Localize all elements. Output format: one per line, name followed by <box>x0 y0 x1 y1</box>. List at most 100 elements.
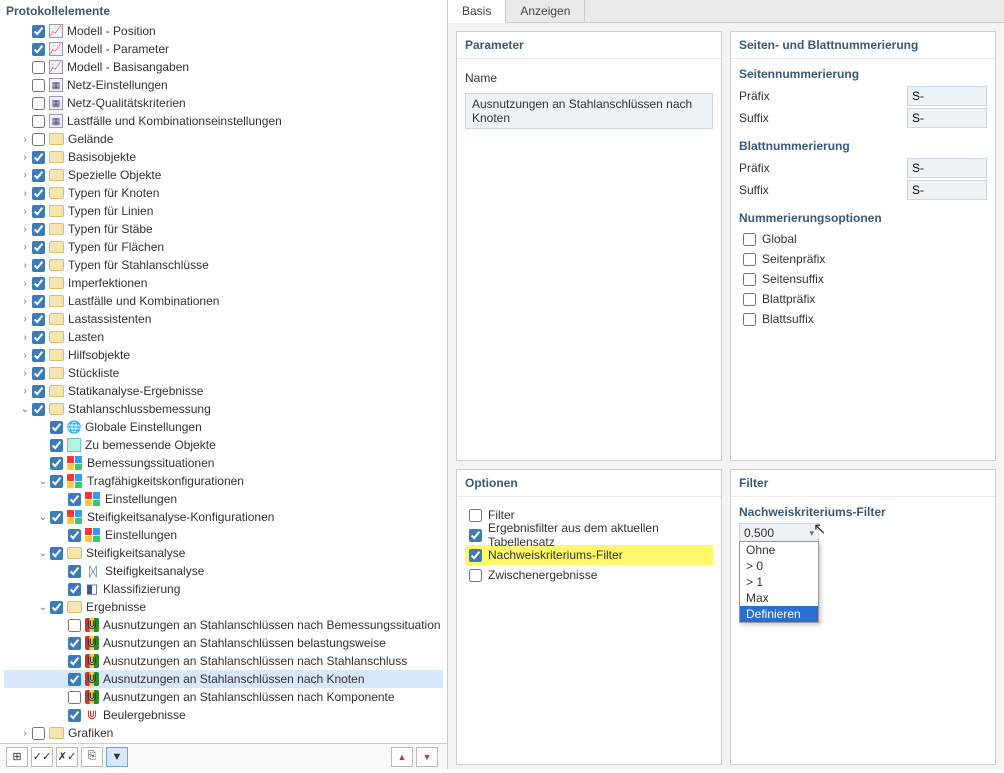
tree-row[interactable]: ›Hilfsobjekte <box>4 346 443 364</box>
tree-row[interactable]: ⌄Steifigkeitsanalyse-Konfigurationen <box>4 508 443 526</box>
tree-checkbox[interactable] <box>68 655 81 668</box>
page-prefix-input[interactable] <box>907 86 987 106</box>
tree-row[interactable]: ›Typen für Stäbe <box>4 220 443 238</box>
option-row[interactable]: Zwischenergebnisse <box>465 565 713 585</box>
tree-row[interactable]: ›Modell - Position <box>4 22 443 40</box>
tree-row[interactable]: ›Ausnutzungen an Stahlanschlüssen nach K… <box>4 688 443 706</box>
tree-row[interactable]: ›Lastassistenten <box>4 310 443 328</box>
btn-uncheck-all[interactable]: ✗✓ <box>56 747 78 767</box>
tree-row[interactable]: ›Beulergebnisse <box>4 706 443 724</box>
tree-checkbox[interactable] <box>68 565 81 578</box>
tree-checkbox[interactable] <box>50 439 63 452</box>
numbering-option-checkbox[interactable] <box>743 273 756 286</box>
numbering-option[interactable]: Global <box>739 229 987 249</box>
chevron-right-icon[interactable]: › <box>18 134 32 145</box>
tree-row[interactable]: ⌄Ergebnisse <box>4 598 443 616</box>
option-checkbox[interactable] <box>469 529 482 542</box>
tree-row[interactable]: ›Modell - Basisangaben <box>4 58 443 76</box>
tree-checkbox[interactable] <box>32 385 45 398</box>
tree-checkbox[interactable] <box>68 583 81 596</box>
tree-checkbox[interactable] <box>32 151 45 164</box>
tree-checkbox[interactable] <box>32 241 45 254</box>
tree-row[interactable]: ›Zu bemessende Objekte <box>4 436 443 454</box>
tree-checkbox[interactable] <box>32 259 45 272</box>
chevron-right-icon[interactable]: › <box>18 224 32 235</box>
option-checkbox[interactable] <box>469 569 482 582</box>
filter-dropdown[interactable]: 0.500 ▾ <box>739 523 819 543</box>
tree-checkbox[interactable] <box>32 115 45 128</box>
tree-checkbox[interactable] <box>32 187 45 200</box>
tree-checkbox[interactable] <box>32 97 45 110</box>
tree-row[interactable]: ›Spezielle Objekte <box>4 166 443 184</box>
chevron-right-icon[interactable]: › <box>18 260 32 271</box>
tree-checkbox[interactable] <box>68 493 81 506</box>
tree-checkbox[interactable] <box>32 313 45 326</box>
tree-row[interactable]: ›Lastfälle und Kombinationseinstellungen <box>4 112 443 130</box>
page-suffix-input[interactable] <box>907 108 987 128</box>
tree-row[interactable]: ›Imperfektionen <box>4 274 443 292</box>
tree-checkbox[interactable] <box>50 421 63 434</box>
sheet-prefix-input[interactable] <box>907 158 987 178</box>
chevron-right-icon[interactable]: › <box>18 368 32 379</box>
tree-checkbox[interactable] <box>32 43 45 56</box>
tree-checkbox[interactable] <box>50 511 63 524</box>
tree-row[interactable]: ›Gelände <box>4 130 443 148</box>
chevron-right-icon[interactable]: › <box>18 278 32 289</box>
tree-checkbox[interactable] <box>32 223 45 236</box>
tree-row[interactable]: ⌄Stahlanschlussbemessung <box>4 400 443 418</box>
sheet-suffix-input[interactable] <box>907 180 987 200</box>
numbering-option-checkbox[interactable] <box>743 313 756 326</box>
btn-copy[interactable]: ⎘ <box>81 747 103 767</box>
tree-checkbox[interactable] <box>32 25 45 38</box>
tree-row[interactable]: ›Typen für Linien <box>4 202 443 220</box>
tree-checkbox[interactable] <box>68 709 81 722</box>
chevron-right-icon[interactable]: › <box>18 242 32 253</box>
dropdown-item[interactable]: Max <box>740 590 818 606</box>
filter-dropdown-list[interactable]: Ohne> 0> 1MaxDefinieren <box>739 541 819 623</box>
tab-anzeigen[interactable]: Anzeigen <box>506 0 585 22</box>
chevron-right-icon[interactable]: › <box>18 152 32 163</box>
tree-checkbox[interactable] <box>32 79 45 92</box>
tree-checkbox[interactable] <box>32 277 45 290</box>
tree-row[interactable]: ›Bemessungssituationen <box>4 454 443 472</box>
tree-checkbox[interactable] <box>50 475 63 488</box>
numbering-option[interactable]: Seitenpräfix <box>739 249 987 269</box>
param-name-value[interactable]: Ausnutzungen an Stahlanschlüssen nach Kn… <box>465 93 713 129</box>
chevron-right-icon[interactable]: › <box>18 386 32 397</box>
chevron-down-icon[interactable]: ⌄ <box>36 602 50 613</box>
tree-row[interactable]: ⌄Steifigkeitsanalyse <box>4 544 443 562</box>
tree-row[interactable]: ›Einstellungen <box>4 490 443 508</box>
numbering-option-checkbox[interactable] <box>743 293 756 306</box>
chevron-down-icon[interactable]: ⌄ <box>18 404 32 415</box>
chevron-right-icon[interactable]: › <box>18 188 32 199</box>
tree-row[interactable]: ›Grafiken <box>4 724 443 742</box>
tree-row[interactable]: ›Typen für Knoten <box>4 184 443 202</box>
chevron-right-icon[interactable]: › <box>18 350 32 361</box>
btn-check-all[interactable]: ✓✓ <box>31 747 53 767</box>
tree-checkbox[interactable] <box>32 727 45 740</box>
tree-checkbox[interactable] <box>68 529 81 542</box>
tree-row[interactable]: ›Netz-Einstellungen <box>4 76 443 94</box>
option-checkbox[interactable] <box>469 549 482 562</box>
tree-checkbox[interactable] <box>32 205 45 218</box>
tree-row[interactable]: ›Ausnutzungen an Stahlanschlüssen nach S… <box>4 652 443 670</box>
btn-move-down[interactable] <box>416 747 438 767</box>
chevron-down-icon[interactable]: ⌄ <box>36 476 50 487</box>
tree-checkbox[interactable] <box>50 547 63 560</box>
tree-row[interactable]: ›Steifigkeitsanalyse <box>4 562 443 580</box>
tree-checkbox[interactable] <box>68 619 81 632</box>
tree-checkbox[interactable] <box>32 61 45 74</box>
tree-row[interactable]: ›Ausnutzungen an Stahlanschlüssen nach K… <box>4 670 443 688</box>
chevron-right-icon[interactable]: › <box>18 332 32 343</box>
tree-checkbox[interactable] <box>68 673 81 686</box>
numbering-option-checkbox[interactable] <box>743 233 756 246</box>
tree-checkbox[interactable] <box>32 403 45 416</box>
chevron-right-icon[interactable]: › <box>18 206 32 217</box>
chevron-right-icon[interactable]: › <box>18 296 32 307</box>
tree-row[interactable]: ›Globale Einstellungen <box>4 418 443 436</box>
numbering-option[interactable]: Seitensuffix <box>739 269 987 289</box>
tree-checkbox[interactable] <box>50 601 63 614</box>
tree-checkbox[interactable] <box>68 691 81 704</box>
tree-row[interactable]: ›Statikanalyse-Ergebnisse <box>4 382 443 400</box>
btn-expand-all[interactable]: ⊞ <box>6 747 28 767</box>
